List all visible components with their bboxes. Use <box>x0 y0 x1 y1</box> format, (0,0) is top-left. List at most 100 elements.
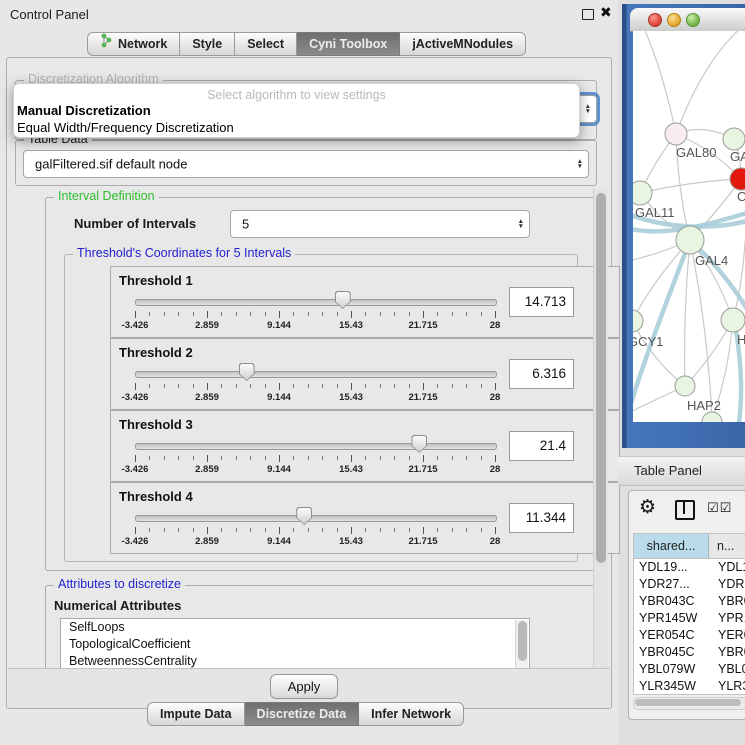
table-panel-titlebar: Table Panel <box>618 456 745 486</box>
tab-impute-data[interactable]: Impute Data <box>147 702 245 726</box>
cell-shared-name: YBR043C <box>634 593 713 610</box>
slider-tick <box>394 528 395 532</box>
close-icon[interactable]: ✖ <box>600 4 612 21</box>
slider-tick <box>135 527 136 534</box>
threshold-slider-track[interactable] <box>135 443 497 450</box>
zoom-traffic-light-icon[interactable] <box>686 13 700 27</box>
algorithm-option[interactable]: Equal Width/Frequency Discretization <box>17 120 234 135</box>
network-graph: GAL80GACGAL11GAL4GCY1HHAP2 <box>633 31 745 422</box>
network-window-titlebar[interactable] <box>630 8 745 32</box>
table-header-row: shared... n... <box>634 534 745 559</box>
apply-button[interactable]: Apply <box>270 674 338 699</box>
cell-name: YDL1 <box>713 559 745 576</box>
panel-title: Control Panel <box>10 7 89 22</box>
number-of-intervals-combobox[interactable]: 5 ▲▼ <box>230 210 530 238</box>
slider-tick <box>495 311 496 318</box>
table-row[interactable]: YBR043CYBR0 <box>634 593 745 610</box>
slider-tick <box>481 456 482 460</box>
column-header-name[interactable]: n... <box>709 534 745 558</box>
threshold-slider-thumb[interactable] <box>411 435 427 453</box>
scrollbar-thumb[interactable] <box>635 699 741 706</box>
gear-icon[interactable]: ⚙ <box>639 496 656 519</box>
table-horizontal-scrollbar[interactable] <box>633 697 745 710</box>
tab-discretize-data[interactable]: Discretize Data <box>245 702 360 726</box>
slider-tick <box>409 312 410 316</box>
threshold-slider-track[interactable] <box>135 299 497 306</box>
threshold-slider-track[interactable] <box>135 371 497 378</box>
float-window-icon[interactable] <box>582 9 594 20</box>
cell-shared-name: YDR27... <box>634 576 713 593</box>
threshold-slider-thumb[interactable] <box>239 363 255 381</box>
slider-tick <box>236 528 237 532</box>
network-edge <box>643 31 676 134</box>
threshold-value-field[interactable]: 21.4 <box>509 431 574 461</box>
threshold-label: Threshold 1 <box>119 273 193 288</box>
slider-tick <box>164 384 165 388</box>
slider-tick <box>495 383 496 390</box>
slider-tick <box>423 455 424 462</box>
slider-tick <box>221 528 222 532</box>
slider-tick-label: 2.859 <box>195 392 219 403</box>
attributes-list-scrollbar[interactable] <box>515 620 528 668</box>
network-view-window[interactable]: GAL80GACGAL11GAL4GCY1HHAP2 <box>622 4 745 448</box>
scrollbar-thumb[interactable] <box>596 193 606 563</box>
attribute-list-item[interactable]: TopologicalCoefficient <box>61 636 529 653</box>
checkbox-select-icons[interactable]: ☑☑ <box>707 500 732 516</box>
threshold-slider-thumb[interactable] <box>296 507 312 525</box>
column-layout-icon[interactable] <box>675 500 695 520</box>
slider-tick <box>452 456 453 460</box>
threshold-value-field[interactable]: 6.316 <box>509 359 574 389</box>
scrollbar-thumb[interactable] <box>518 621 527 661</box>
table-row[interactable]: YBR045CYBR0 <box>634 644 745 661</box>
numerical-attributes-list[interactable]: SelfLoopsTopologicalCoefficientBetweenne… <box>60 618 530 670</box>
slider-tick <box>466 456 467 460</box>
table-row[interactable]: YDL19...YDL1 <box>634 559 745 576</box>
slider-tick-label: 15.43 <box>339 464 363 475</box>
slider-tick-label: 2.859 <box>195 320 219 331</box>
top-tab-bar: Network Style SelectCyni ToolboxjActiveMNo… <box>87 32 526 56</box>
table-row[interactable]: YLR345WYLR3 <box>634 678 745 695</box>
slider-tick <box>293 456 294 460</box>
threshold-slider-thumb[interactable] <box>335 291 351 309</box>
algorithm-option[interactable]: Manual Discretization <box>17 103 151 118</box>
panel-vertical-scrollbar[interactable] <box>593 189 608 699</box>
slider-tick-label: 21.715 <box>408 392 437 403</box>
tab-jactivemnodules[interactable]: jActiveMNodules <box>400 32 526 56</box>
table-data-combobox[interactable]: galFiltered.sif default node ▲▼ <box>23 150 589 178</box>
combobox-stepper-icon: ▲▼ <box>518 219 524 229</box>
network-node-label: C <box>737 189 745 204</box>
cell-shared-name: YBL079W <box>634 661 713 678</box>
attributes-group: Attributes to discretize Numerical Attri… <box>45 585 595 672</box>
close-traffic-light-icon[interactable] <box>648 13 662 27</box>
slider-tick <box>409 384 410 388</box>
slider-tick <box>207 455 208 462</box>
column-header-shared-name[interactable]: shared... <box>634 534 709 558</box>
tab-cyni-toolbox[interactable]: Cyni Toolbox <box>297 32 400 56</box>
tab-label: Style <box>192 33 222 55</box>
table-row[interactable]: YDR27...YDR2 <box>634 576 745 593</box>
network-edge <box>685 240 690 386</box>
network-node-label: GCY1 <box>633 334 663 349</box>
minimize-traffic-light-icon[interactable] <box>667 13 681 27</box>
network-canvas[interactable]: GAL80GACGAL11GAL4GCY1HHAP2 <box>633 31 745 422</box>
table-row[interactable]: YPR145WYPR1 <box>634 610 745 627</box>
slider-tick <box>337 456 338 460</box>
tab-network[interactable]: Network <box>87 32 180 56</box>
table-data-combobox-value: galFiltered.sif default node <box>35 157 187 172</box>
threshold-value-field[interactable]: 11.344 <box>509 503 574 533</box>
slider-tick <box>279 455 280 462</box>
table-row[interactable]: YBL079WYBL0 <box>634 661 745 678</box>
thresholds-group-label: Threshold's Coordinates for 5 Intervals <box>73 246 295 260</box>
network-node-label: H <box>737 332 745 347</box>
threshold-panel: Threshold 1 14.713 -3.4262.8599.14415.43… <box>110 266 620 338</box>
threshold-value-field[interactable]: 14.713 <box>509 287 574 317</box>
tab-select[interactable]: Select <box>235 32 297 56</box>
tab-style[interactable]: Style <box>180 32 235 56</box>
tab-infer-network[interactable]: Infer Network <box>359 702 464 726</box>
threshold-slider-track[interactable] <box>135 515 497 522</box>
table-row[interactable]: YER054CYER0 <box>634 627 745 644</box>
cell-name: YBR0 <box>713 644 745 661</box>
cell-shared-name: YLR345W <box>634 678 713 695</box>
slider-tick <box>193 528 194 532</box>
attribute-list-item[interactable]: SelfLoops <box>61 619 529 636</box>
